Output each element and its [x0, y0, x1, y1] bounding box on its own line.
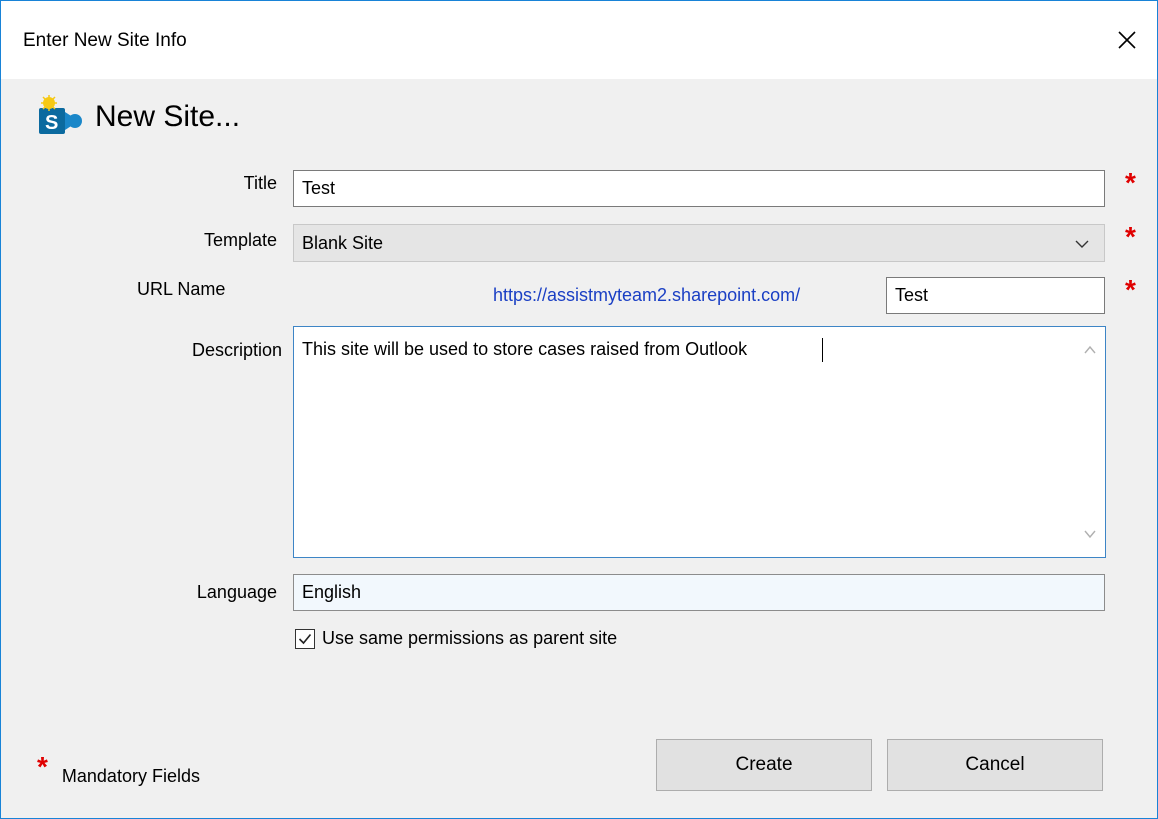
mandatory-marker: *	[37, 751, 48, 782]
mandatory-fields-label: Mandatory Fields	[61, 766, 200, 786]
url-prefix-link[interactable]: https://assistmyteam2.sharepoint.com/	[493, 285, 800, 306]
text-caret	[822, 338, 823, 362]
title-bar: Enter New Site Info	[1, 1, 1157, 79]
title-required-marker: *	[1125, 167, 1136, 198]
create-button[interactable]: Create	[656, 739, 872, 791]
cancel-button[interactable]: Cancel	[887, 739, 1103, 791]
checkmark-icon	[298, 633, 312, 644]
language-label: Language	[196, 582, 277, 602]
scroll-up-icon[interactable]	[1083, 343, 1097, 357]
title-input[interactable]: Test	[293, 170, 1105, 207]
description-label: Description	[191, 340, 282, 360]
title-label: Title	[243, 173, 277, 193]
same-permissions-label: Use same permissions as parent site	[322, 628, 618, 648]
language-field: English	[293, 574, 1105, 611]
description-textarea[interactable]: This site will be used to store cases ra…	[293, 326, 1106, 558]
chevron-down-icon	[1075, 240, 1089, 248]
dialog-header: S New Site...	[37, 93, 240, 141]
window-title: Enter New Site Info	[23, 30, 187, 51]
template-selected-value: Blank Site	[302, 232, 384, 253]
close-button[interactable]	[1097, 1, 1157, 79]
dialog-window: Enter New Site Info S New Site... Title …	[0, 0, 1158, 819]
url-name-label: URL Name	[137, 279, 226, 299]
close-icon	[1118, 31, 1136, 49]
page-title: New Site...	[95, 100, 241, 133]
same-permissions-checkbox[interactable]	[295, 628, 315, 649]
description-scrollbar[interactable]	[1075, 327, 1105, 557]
description-text: This site will be used to store cases ra…	[302, 339, 748, 359]
url-required-marker: *	[1125, 274, 1136, 305]
svg-text:S: S	[45, 112, 58, 134]
mandatory-fields-note: * Mandatory Fields	[37, 753, 200, 787]
template-label: Template	[203, 230, 277, 250]
template-dropdown[interactable]: Blank Site	[293, 224, 1105, 262]
template-required-marker: *	[1125, 221, 1136, 252]
same-permissions-option[interactable]: Use same permissions as parent site	[295, 628, 617, 649]
sharepoint-new-site-icon: S	[39, 95, 82, 134]
scroll-down-icon[interactable]	[1083, 527, 1097, 541]
url-name-input[interactable]: Test	[886, 277, 1105, 314]
